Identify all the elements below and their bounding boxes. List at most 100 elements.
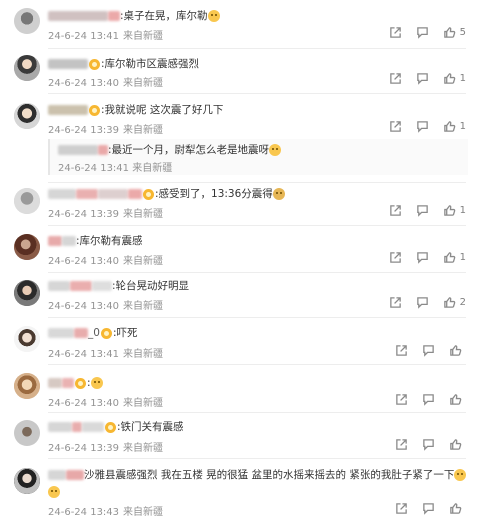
comment-actions: 1 [375,204,466,217]
comment-time: 24-6-24 13:40 [48,78,120,89]
like-icon [443,73,455,84]
comment-source: 来自新疆 [123,398,164,409]
like-button[interactable]: 1 [443,120,466,133]
share-button[interactable] [389,120,402,133]
avatar[interactable] [14,234,40,260]
comment-icon [416,27,428,39]
username[interactable] [58,144,108,156]
like-button[interactable]: 5 [443,26,466,39]
like-icon [450,394,462,405]
fan-badge-icon [143,188,154,200]
share-icon [389,73,401,84]
comment-actions [381,502,466,515]
like-button[interactable] [449,502,466,515]
comment-icon [423,394,434,406]
comment-actions: 1 [375,251,466,264]
emoji-icon [454,469,467,481]
username[interactable] [48,376,74,390]
comment-meta: 24-6-24 13:41 来自新疆 [48,345,167,360]
share-button[interactable] [389,296,402,309]
username[interactable] [48,234,76,248]
comment-icon [423,439,434,451]
comment-icon [423,503,434,515]
fan-badge-icon [89,58,100,70]
fan-badge-icon [89,104,100,116]
avatar[interactable] [14,420,40,446]
comment-source: 来自新疆 [123,349,164,360]
share-button[interactable] [395,344,408,357]
reply-time: 24-6-24 13:41 [58,163,130,174]
comment-time: 24-6-24 13:40 [48,398,120,409]
like-button[interactable] [449,393,466,406]
reply-button[interactable] [416,251,429,264]
reply-button[interactable] [422,502,435,515]
like-icon [443,205,455,216]
avatar[interactable] [14,103,40,129]
reply-button[interactable] [422,393,435,406]
avatar[interactable] [14,280,40,306]
comment-icon [416,252,428,264]
comment-source: 来自新疆 [123,443,164,454]
share-button[interactable] [395,438,408,451]
share-button[interactable] [389,251,402,264]
comment-time: 24-6-24 13:43 [48,507,120,518]
comment-text: :桌子在晃，库尔勒 [120,10,208,22]
reply-button[interactable] [416,204,429,217]
avatar[interactable] [14,8,40,34]
share-button[interactable] [389,26,402,39]
comment-source: 来自新疆 [123,31,164,42]
reply-button[interactable] [416,26,429,39]
username[interactable] [48,279,112,293]
comment-source: 来自新疆 [123,507,164,518]
reply-item: :最近一个月，尉犁怎么老是地震呀 24-6-24 13:41 来自新疆 [48,139,468,175]
username[interactable] [48,103,88,117]
reply-line: :最近一个月，尉犁怎么老是地震呀 [58,142,282,157]
share-button[interactable] [389,204,402,217]
reply-button[interactable] [422,344,435,357]
username[interactable] [48,420,104,434]
username[interactable] [48,468,84,482]
emoji-icon [207,10,220,22]
like-count: 1 [459,205,466,216]
share-icon [396,394,407,405]
fan-badge-icon [75,377,86,389]
username[interactable]: _0 [48,326,100,340]
share-button[interactable] [389,72,402,85]
avatar[interactable] [14,373,40,399]
reply-button[interactable] [422,438,435,451]
avatar[interactable] [14,188,40,214]
share-icon [396,503,407,514]
comment-meta: 24-6-24 13:43 来自新疆 [48,503,167,518]
comment-text-continuation [48,485,60,498]
like-button[interactable] [449,438,466,451]
reply-button[interactable] [416,120,429,133]
like-icon [450,439,462,450]
avatar[interactable] [14,326,40,352]
reply-button[interactable] [416,296,429,309]
comment-time: 24-6-24 13:39 [48,125,120,136]
like-button[interactable] [449,344,466,357]
like-button[interactable]: 2 [443,296,466,309]
like-icon [443,252,455,263]
comment-meta: 24-6-24 13:40 来自新疆 [48,394,167,409]
like-button[interactable]: 1 [443,72,466,85]
username[interactable] [48,187,142,201]
comment-icon [416,297,428,309]
username[interactable] [48,57,88,71]
share-icon [389,121,401,132]
like-button[interactable]: 1 [443,204,466,217]
share-button[interactable] [395,502,408,515]
comment-actions [381,438,466,451]
like-button[interactable]: 1 [443,251,466,264]
comment-time: 24-6-24 13:41 [48,31,120,42]
comment-time: 24-6-24 13:40 [48,256,120,267]
reply-button[interactable] [416,72,429,85]
comment-meta: 24-6-24 13:40 来自新疆 [48,74,167,89]
like-icon [450,503,462,514]
avatar[interactable] [14,468,40,494]
avatar[interactable] [14,55,40,81]
share-button[interactable] [395,393,408,406]
share-icon [389,252,401,263]
username[interactable] [48,9,120,23]
divider [48,412,466,413]
